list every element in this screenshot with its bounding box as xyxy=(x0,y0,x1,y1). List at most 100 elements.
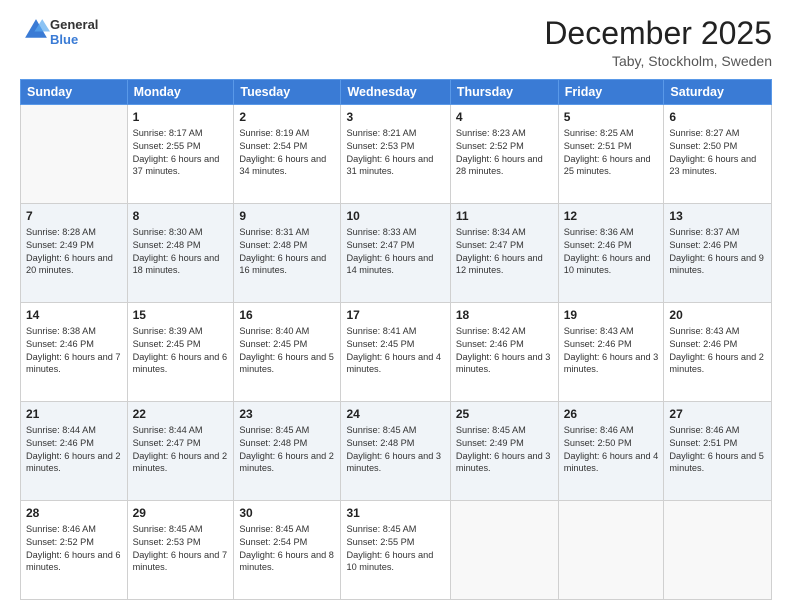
day-info: Sunrise: 8:38 AMSunset: 2:46 PMDaylight:… xyxy=(26,325,122,376)
day-info: Sunrise: 8:45 AMSunset: 2:54 PMDaylight:… xyxy=(239,523,335,574)
calendar-cell: 16 Sunrise: 8:40 AMSunset: 2:45 PMDayligh… xyxy=(234,303,341,402)
day-info: Sunrise: 8:34 AMSunset: 2:47 PMDaylight:… xyxy=(456,226,553,277)
day-info: Sunrise: 8:23 AMSunset: 2:52 PMDaylight:… xyxy=(456,127,553,178)
calendar-cell: 3 Sunrise: 8:21 AMSunset: 2:53 PMDaylight… xyxy=(341,105,450,204)
header: General Blue December 2025 Taby, Stockho… xyxy=(20,16,772,69)
calendar-cell: 9Sunrise: 8:31 AMSunset: 2:48 PMDaylight… xyxy=(234,204,341,303)
day-info: Sunrise: 8:46 AMSunset: 2:51 PMDaylight:… xyxy=(669,424,766,475)
day-number: 31 xyxy=(346,505,444,521)
day-info: Sunrise: 8:17 AMSunset: 2:55 PMDaylight:… xyxy=(133,127,229,178)
day-number: 25 xyxy=(456,406,553,422)
day-number: 22 xyxy=(133,406,229,422)
day-number: 16 xyxy=(239,307,335,323)
day-number: 18 xyxy=(456,307,553,323)
day-number: 6 xyxy=(669,109,766,125)
calendar-cell: 5 Sunrise: 8:25 AMSunset: 2:51 PMDaylight… xyxy=(558,105,664,204)
day-info: Sunrise: 8:37 AMSunset: 2:46 PMDaylight:… xyxy=(669,226,766,277)
day-number: 14 xyxy=(26,307,122,323)
location: Taby, Stockholm, Sweden xyxy=(544,53,772,69)
day-info: Sunrise: 8:40 AMSunset: 2:45 PMDaylight:… xyxy=(239,325,335,376)
day-number: 30 xyxy=(239,505,335,521)
day-info: Sunrise: 8:39 AMSunset: 2:45 PMDaylight:… xyxy=(133,325,229,376)
day-number: 20 xyxy=(669,307,766,323)
calendar-cell: 18 Sunrise: 8:42 AMSunset: 2:46 PMDayligh… xyxy=(450,303,558,402)
calendar-cell: 11 Sunrise: 8:34 AMSunset: 2:47 PMDayligh… xyxy=(450,204,558,303)
day-info: Sunrise: 8:21 AMSunset: 2:53 PMDaylight:… xyxy=(346,127,444,178)
calendar-cell: 15 Sunrise: 8:39 AMSunset: 2:45 PMDayligh… xyxy=(127,303,234,402)
day-number: 11 xyxy=(456,208,553,224)
weekday-header-tuesday: Tuesday xyxy=(234,80,341,105)
day-number: 8 xyxy=(133,208,229,224)
calendar-cell: 29 Sunrise: 8:45 AMSunset: 2:53 PMDayligh… xyxy=(127,501,234,600)
day-info: Sunrise: 8:27 AMSunset: 2:50 PMDaylight:… xyxy=(669,127,766,178)
calendar-table: SundayMondayTuesdayWednesdayThursdayFrid… xyxy=(20,79,772,600)
day-info: Sunrise: 8:45 AMSunset: 2:55 PMDaylight:… xyxy=(346,523,444,574)
calendar-cell: 4 Sunrise: 8:23 AMSunset: 2:52 PMDaylight… xyxy=(450,105,558,204)
day-number: 17 xyxy=(346,307,444,323)
day-info: Sunrise: 8:45 AMSunset: 2:48 PMDaylight:… xyxy=(346,424,444,475)
calendar-cell: 19 Sunrise: 8:43 AMSunset: 2:46 PMDayligh… xyxy=(558,303,664,402)
day-number: 2 xyxy=(239,109,335,125)
calendar-cell: 12 Sunrise: 8:36 AMSunset: 2:46 PMDayligh… xyxy=(558,204,664,303)
day-number: 7 xyxy=(26,208,122,224)
calendar-cell: 26Sunrise: 8:46 AMSunset: 2:50 PMDayligh… xyxy=(558,402,664,501)
calendar-cell xyxy=(450,501,558,600)
day-info: Sunrise: 8:45 AMSunset: 2:48 PMDaylight:… xyxy=(239,424,335,475)
day-info: Sunrise: 8:46 AMSunset: 2:52 PMDaylight:… xyxy=(26,523,122,574)
logo-general: General xyxy=(50,18,98,33)
calendar-cell: 8 Sunrise: 8:30 AMSunset: 2:48 PMDaylight… xyxy=(127,204,234,303)
calendar-cell: 25 Sunrise: 8:45 AMSunset: 2:49 PMDayligh… xyxy=(450,402,558,501)
day-info: Sunrise: 8:25 AMSunset: 2:51 PMDaylight:… xyxy=(564,127,659,178)
day-number: 21 xyxy=(26,406,122,422)
day-info: Sunrise: 8:41 AMSunset: 2:45 PMDaylight:… xyxy=(346,325,444,376)
calendar-cell: 22 Sunrise: 8:44 AMSunset: 2:47 PMDayligh… xyxy=(127,402,234,501)
calendar-cell: 1Sunrise: 8:17 AMSunset: 2:55 PMDaylight… xyxy=(127,105,234,204)
day-number: 13 xyxy=(669,208,766,224)
day-number: 29 xyxy=(133,505,229,521)
day-info: Sunrise: 8:46 AMSunset: 2:50 PMDaylight:… xyxy=(564,424,659,475)
calendar-cell: 13 Sunrise: 8:37 AMSunset: 2:46 PMDayligh… xyxy=(664,204,772,303)
day-info: Sunrise: 8:45 AMSunset: 2:53 PMDaylight:… xyxy=(133,523,229,574)
day-info: Sunrise: 8:28 AMSunset: 2:49 PMDaylight:… xyxy=(26,226,122,277)
month-title: December 2025 xyxy=(544,16,772,51)
day-number: 28 xyxy=(26,505,122,521)
day-info: Sunrise: 8:42 AMSunset: 2:46 PMDaylight:… xyxy=(456,325,553,376)
calendar-cell: 28 Sunrise: 8:46 AMSunset: 2:52 PMDayligh… xyxy=(21,501,128,600)
day-number: 10 xyxy=(346,208,444,224)
day-number: 27 xyxy=(669,406,766,422)
calendar-cell: 17 Sunrise: 8:41 AMSunset: 2:45 PMDayligh… xyxy=(341,303,450,402)
calendar-cell: 7 Sunrise: 8:28 AMSunset: 2:49 PMDaylight… xyxy=(21,204,128,303)
calendar-cell: 30 Sunrise: 8:45 AMSunset: 2:54 PMDayligh… xyxy=(234,501,341,600)
day-number: 24 xyxy=(346,406,444,422)
title-block: December 2025 Taby, Stockholm, Sweden xyxy=(544,16,772,69)
calendar-cell: 27 Sunrise: 8:46 AMSunset: 2:51 PMDayligh… xyxy=(664,402,772,501)
day-info: Sunrise: 8:44 AMSunset: 2:47 PMDaylight:… xyxy=(133,424,229,475)
day-info: Sunrise: 8:43 AMSunset: 2:46 PMDaylight:… xyxy=(564,325,659,376)
day-number: 15 xyxy=(133,307,229,323)
weekday-header-wednesday: Wednesday xyxy=(341,80,450,105)
day-number: 12 xyxy=(564,208,659,224)
day-info: Sunrise: 8:43 AMSunset: 2:46 PMDaylight:… xyxy=(669,325,766,376)
day-info: Sunrise: 8:30 AMSunset: 2:48 PMDaylight:… xyxy=(133,226,229,277)
calendar-cell: 21 Sunrise: 8:44 AMSunset: 2:46 PMDayligh… xyxy=(21,402,128,501)
calendar-cell: 23 Sunrise: 8:45 AMSunset: 2:48 PMDayligh… xyxy=(234,402,341,501)
day-number: 5 xyxy=(564,109,659,125)
day-info: Sunrise: 8:44 AMSunset: 2:46 PMDaylight:… xyxy=(26,424,122,475)
day-info: Sunrise: 8:19 AMSunset: 2:54 PMDaylight:… xyxy=(239,127,335,178)
day-info: Sunrise: 8:45 AMSunset: 2:49 PMDaylight:… xyxy=(456,424,553,475)
weekday-header-saturday: Saturday xyxy=(664,80,772,105)
weekday-header-sunday: Sunday xyxy=(21,80,128,105)
weekday-header-thursday: Thursday xyxy=(450,80,558,105)
day-number: 19 xyxy=(564,307,659,323)
day-number: 3 xyxy=(346,109,444,125)
calendar-cell xyxy=(558,501,664,600)
calendar-cell: 31 Sunrise: 8:45 AMSunset: 2:55 PMDayligh… xyxy=(341,501,450,600)
day-number: 4 xyxy=(456,109,553,125)
day-info: Sunrise: 8:31 AMSunset: 2:48 PMDaylight:… xyxy=(239,226,335,277)
weekday-header-monday: Monday xyxy=(127,80,234,105)
calendar-cell: 2 Sunrise: 8:19 AMSunset: 2:54 PMDaylight… xyxy=(234,105,341,204)
day-info: Sunrise: 8:36 AMSunset: 2:46 PMDaylight:… xyxy=(564,226,659,277)
calendar-cell: 6 Sunrise: 8:27 AMSunset: 2:50 PMDaylight… xyxy=(664,105,772,204)
day-number: 23 xyxy=(239,406,335,422)
calendar-cell: 14 Sunrise: 8:38 AMSunset: 2:46 PMDayligh… xyxy=(21,303,128,402)
